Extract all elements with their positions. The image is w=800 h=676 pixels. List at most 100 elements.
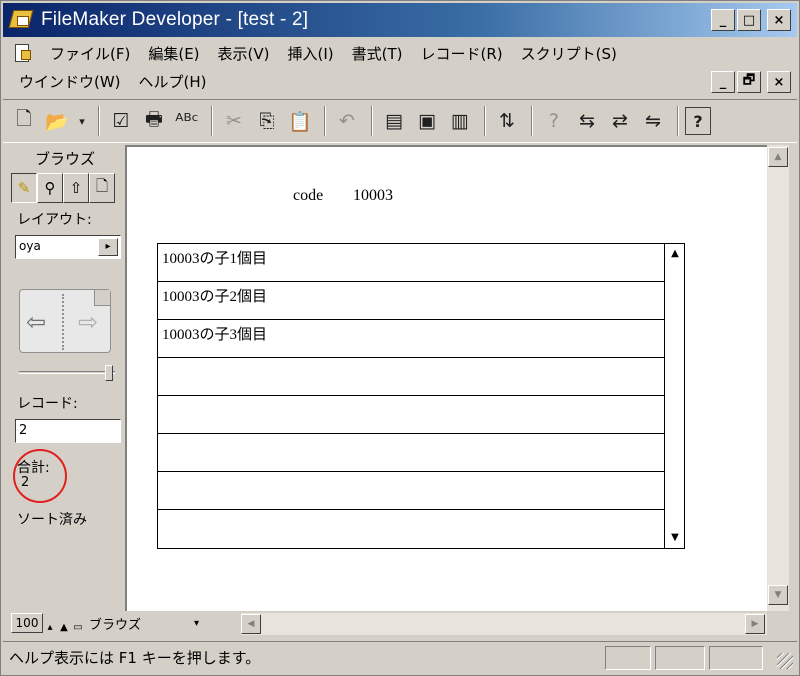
toolbar-separator bbox=[98, 106, 100, 136]
doc-restore-button[interactable]: 🗗 bbox=[737, 71, 761, 93]
layout-label: レイアウト: bbox=[17, 212, 92, 228]
next-record-icon[interactable]: ⇨ bbox=[78, 308, 98, 336]
vertical-scrollbar[interactable]: ▲ ▼ bbox=[767, 145, 789, 611]
layout-content: code 10003 10003の子1個目 10003の子2個目 10003の子… bbox=[125, 145, 767, 611]
doc-minimize-button[interactable]: _ bbox=[711, 71, 735, 93]
title-bar[interactable]: FileMaker Developer - [test - 2] _ □ × bbox=[3, 3, 797, 37]
portal-scroll-down-icon[interactable]: ▼ bbox=[667, 530, 683, 546]
scroll-right-icon[interactable]: ▶ bbox=[745, 614, 765, 634]
mode-select-arrow-icon[interactable]: ▾ bbox=[194, 618, 199, 629]
new-record-icon[interactable]: ▤ bbox=[379, 105, 409, 137]
total-value: 2 bbox=[21, 475, 30, 490]
zoom-out-icon[interactable]: ▴ bbox=[43, 613, 57, 633]
toolbar-separator bbox=[484, 106, 486, 136]
layout-arrow-icon[interactable]: ▸ bbox=[98, 238, 118, 256]
layout-select-value: oya bbox=[19, 239, 41, 253]
toolbar-separator bbox=[371, 106, 373, 136]
menu-bar: ファイル(F) 編集(E) 表示(V) 挿入(I) 書式(T) レコード(R) … bbox=[3, 37, 797, 97]
portal-row[interactable] bbox=[158, 358, 664, 396]
mode-select[interactable]: ブラウズ ▾ bbox=[85, 613, 201, 633]
filemaker-app-icon[interactable] bbox=[8, 8, 35, 32]
delete-record-icon[interactable]: ▥ bbox=[445, 105, 475, 137]
status-panel bbox=[605, 646, 651, 670]
portal-row[interactable] bbox=[158, 396, 664, 434]
scroll-up-icon[interactable]: ▲ bbox=[768, 147, 788, 167]
record-label: レコード: bbox=[17, 396, 78, 412]
portal-row[interactable] bbox=[158, 434, 664, 472]
code-label: code bbox=[293, 187, 324, 204]
paste-icon[interactable]: 📋 bbox=[285, 105, 315, 137]
menu-window[interactable]: ウインドウ(W) bbox=[3, 71, 130, 92]
horizontal-scrollbar[interactable]: ◀ ▶ bbox=[241, 613, 767, 635]
portal-scroll-up-icon[interactable]: ▲ bbox=[667, 246, 683, 262]
total-label: 合計: bbox=[17, 460, 50, 476]
cut-icon[interactable]: ✂ bbox=[219, 105, 249, 137]
menu-help[interactable]: ヘルプ(H) bbox=[130, 71, 216, 92]
menu-insert[interactable]: 挿入(I) bbox=[279, 43, 343, 64]
toolbar-separator bbox=[324, 106, 326, 136]
resize-grip-icon[interactable] bbox=[777, 653, 793, 669]
previous-record-icon[interactable]: ⇦ bbox=[26, 308, 46, 336]
menu-view[interactable]: 表示(V) bbox=[209, 43, 279, 64]
menu-records[interactable]: レコード(R) bbox=[412, 43, 512, 64]
replace-icon[interactable]: ⇆ bbox=[572, 105, 602, 137]
portal-scrollbar[interactable]: ▲ ▼ bbox=[664, 244, 684, 548]
mode-tabs: ✎ ⚲ ⇧ 🗋 bbox=[11, 173, 115, 203]
menu-file[interactable]: ファイル(F) bbox=[41, 43, 139, 64]
browse-mode-icon[interactable]: ✎ bbox=[11, 173, 37, 203]
toolbar-separator bbox=[531, 106, 533, 136]
record-slider[interactable] bbox=[19, 365, 115, 381]
sort-icon[interactable]: ⇅ bbox=[492, 105, 522, 137]
filemaker-window: FileMaker Developer - [test - 2] _ □ × フ… bbox=[0, 0, 800, 676]
open-folder-icon[interactable]: 📂 bbox=[42, 105, 72, 137]
exchange-icon[interactable]: ⇋ bbox=[638, 105, 668, 137]
toolbar: 🗋 📂 ▾ ☑ 🖶 ᴬᴮᶜ ✂ ⎘ 📋 ↶ ▤ ▣ ▥ ⇅ ? ⇆ ⇄ ⇋ ? bbox=[3, 99, 797, 143]
find-mode-icon[interactable]: ⚲ bbox=[37, 173, 63, 203]
doc-close-button[interactable]: × bbox=[767, 71, 791, 93]
window-title: FileMaker Developer - [test - 2] bbox=[41, 9, 309, 30]
portal-row[interactable]: 10003の子2個目 bbox=[158, 282, 664, 320]
zoom-in-icon[interactable]: ▲ bbox=[57, 613, 71, 633]
undo-icon[interactable]: ↶ bbox=[332, 105, 362, 137]
close-button[interactable]: × bbox=[767, 9, 791, 31]
status-toggle-icon[interactable]: ▭ bbox=[71, 613, 85, 633]
print-icon[interactable]: 🖶 bbox=[139, 105, 169, 137]
toolbar-separator bbox=[677, 106, 679, 136]
record-book-icon[interactable]: ⇦ ⇨ bbox=[19, 289, 111, 353]
portal-row[interactable] bbox=[158, 472, 664, 510]
menu-edit[interactable]: 編集(E) bbox=[139, 43, 208, 64]
mode-select-value: ブラウズ bbox=[89, 617, 142, 633]
document-icon[interactable] bbox=[13, 42, 33, 64]
toolbar-separator bbox=[211, 106, 213, 136]
maximize-button[interactable]: □ bbox=[737, 9, 761, 31]
status-area: ブラウズ ✎ ⚲ ⇧ 🗋 レイアウト: oya ▸ ⇦ ⇨ レコード: 2 合計… bbox=[9, 147, 121, 609]
portal-row[interactable]: 10003の子1個目 bbox=[158, 244, 664, 282]
portal-row[interactable]: 10003の子3個目 bbox=[158, 320, 664, 358]
relookup-icon[interactable]: ⇄ bbox=[605, 105, 635, 137]
scroll-left-icon[interactable]: ◀ bbox=[241, 614, 261, 634]
preview-mode-icon[interactable]: 🗋 bbox=[89, 173, 115, 203]
record-slider-thumb[interactable] bbox=[105, 365, 113, 381]
code-field[interactable]: 10003 bbox=[353, 187, 393, 205]
child-portal: 10003の子1個目 10003の子2個目 10003の子3個目 ▲ ▼ bbox=[157, 243, 685, 549]
layout-mode-icon[interactable]: ⇧ bbox=[63, 173, 89, 203]
scroll-down-icon[interactable]: ▼ bbox=[768, 585, 788, 605]
find-icon[interactable]: ? bbox=[539, 105, 569, 137]
record-number-input[interactable]: 2 bbox=[15, 419, 121, 443]
menu-format[interactable]: 書式(T) bbox=[343, 43, 412, 64]
mode-title: ブラウズ bbox=[34, 150, 95, 168]
check-icon[interactable]: ☑ bbox=[106, 105, 136, 137]
open-dropdown-icon[interactable]: ▾ bbox=[75, 105, 89, 137]
duplicate-record-icon[interactable]: ▣ bbox=[412, 105, 442, 137]
menu-scripts[interactable]: スクリプト(S) bbox=[512, 43, 626, 64]
layout-select[interactable]: oya ▸ bbox=[15, 235, 121, 259]
portal-row[interactable] bbox=[158, 510, 664, 548]
spell-check-icon[interactable]: ᴬᴮᶜ bbox=[172, 105, 202, 137]
minimize-button[interactable]: _ bbox=[711, 9, 735, 31]
zoom-level[interactable]: 100 bbox=[11, 613, 43, 633]
new-document-icon[interactable]: 🗋 bbox=[9, 105, 39, 137]
copy-icon[interactable]: ⎘ bbox=[252, 105, 282, 137]
status-panel bbox=[655, 646, 705, 670]
status-bar: ヘルプ表示には F1 キーを押します。 bbox=[3, 641, 797, 673]
help-icon[interactable]: ? bbox=[685, 107, 711, 135]
